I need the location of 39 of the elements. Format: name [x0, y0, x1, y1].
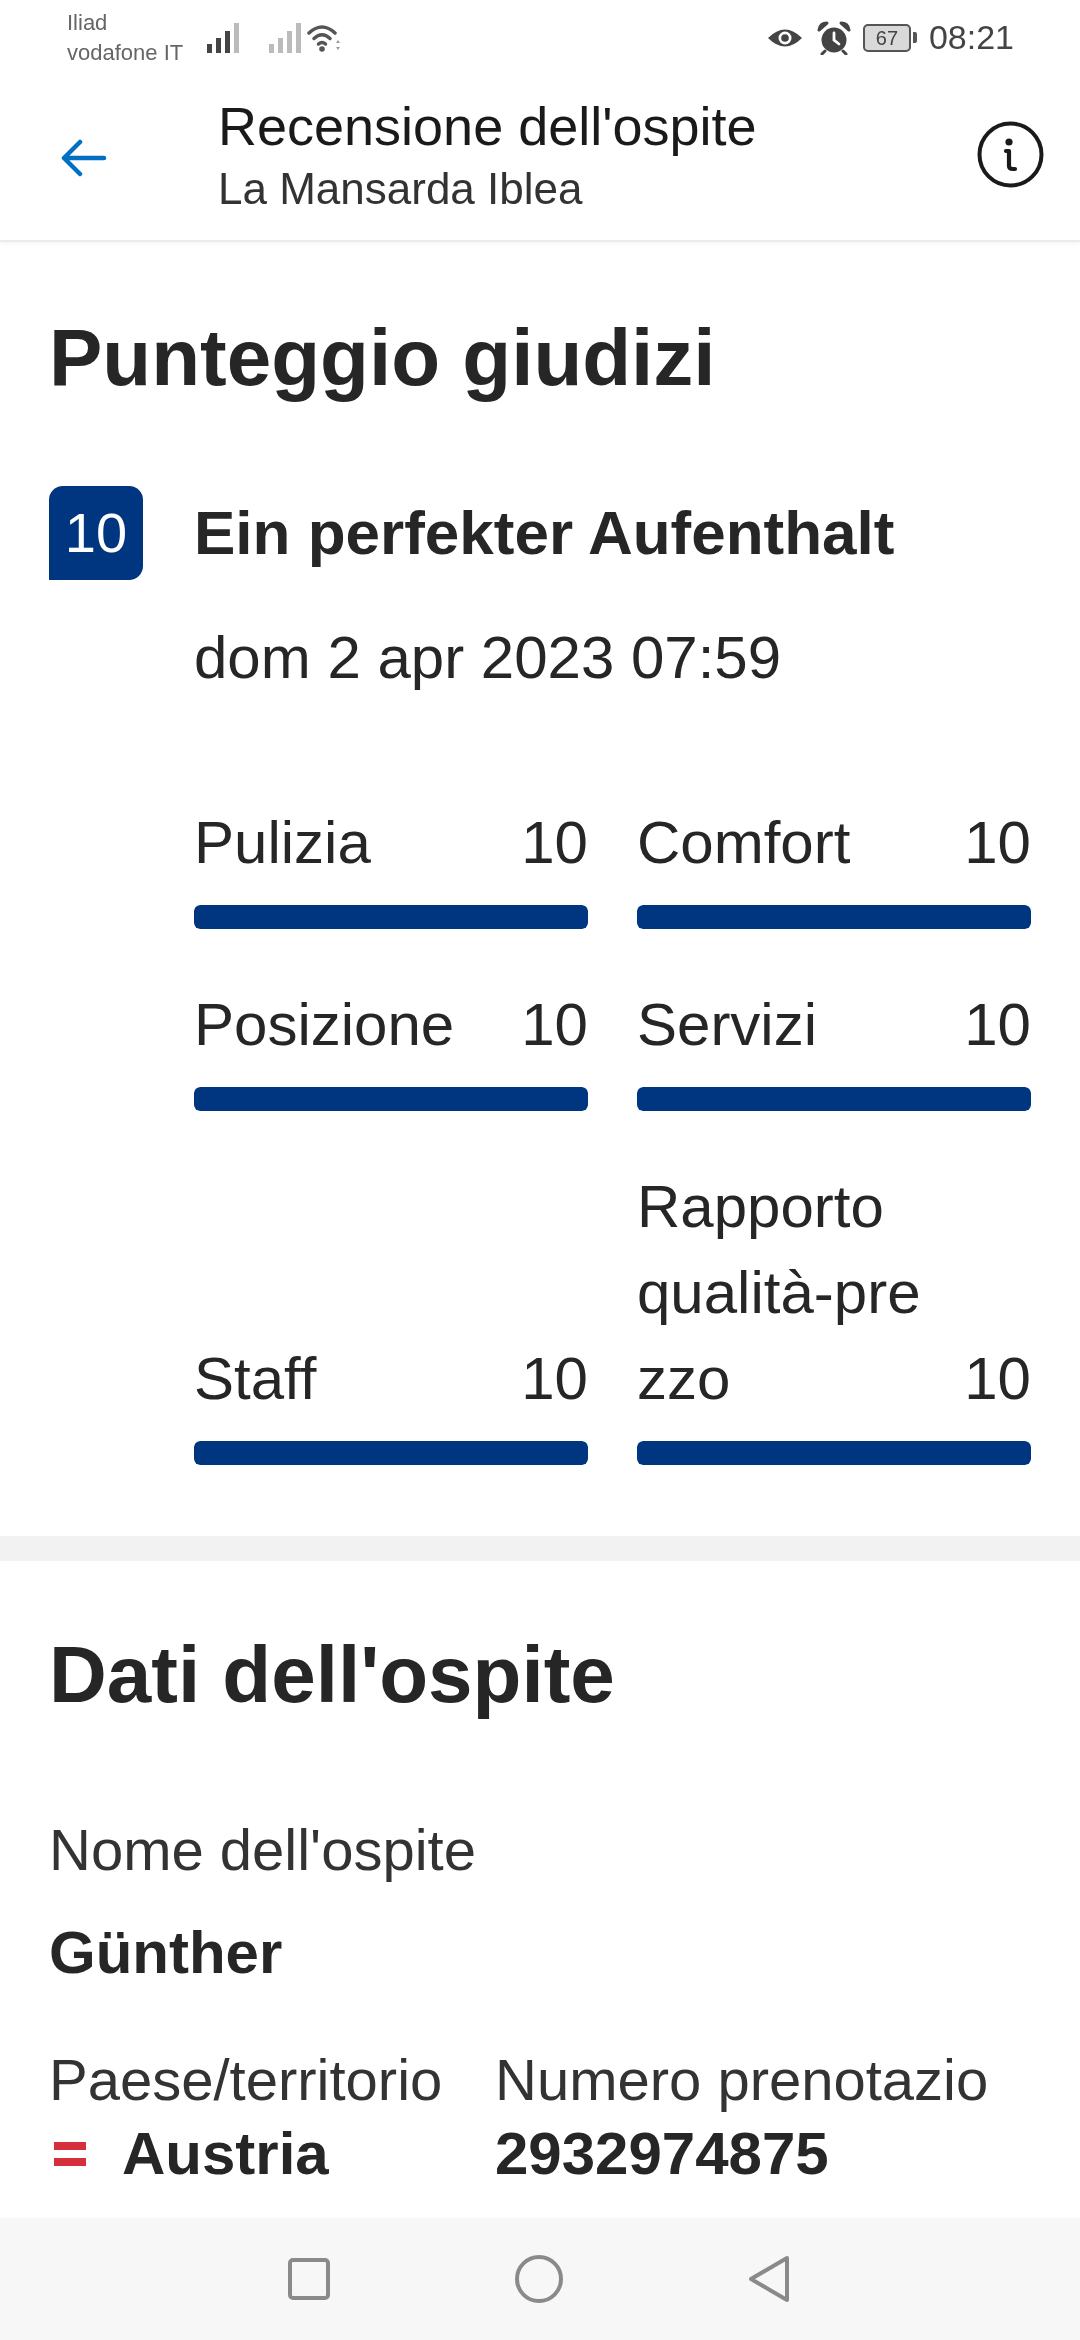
circle-icon[interactable]: [515, 2255, 563, 2303]
back-arrow-icon: [60, 138, 107, 177]
info-icon: [977, 121, 1044, 188]
field-label: Numero prenotazio: [495, 2047, 990, 2113]
rating-label: Staff: [194, 1344, 317, 1414]
square-icon[interactable]: [288, 2258, 330, 2300]
rating-label: Rapporto qualità-prezzo: [637, 1172, 922, 1414]
rating-score: 10: [521, 1344, 588, 1414]
status-time: 08:21: [928, 17, 1014, 58]
page-subtitle: La Mansarda Iblea: [218, 162, 584, 215]
signal-icon: [207, 22, 241, 53]
rating-score: 10: [521, 990, 588, 1060]
field-value: 2932974875: [495, 2121, 829, 2187]
carrier-name: Iliad: [67, 8, 109, 37]
rating-score: 10: [964, 808, 1031, 878]
rating-score: 10: [521, 808, 588, 878]
field-value: Günther: [49, 1918, 284, 1988]
rating-score: 10: [964, 1344, 1031, 1414]
triangle-icon[interactable]: [748, 2255, 790, 2303]
alarm-clock-icon: [816, 20, 851, 55]
field-value: Austria: [122, 2121, 329, 2187]
review-title: Ein perfekter Aufenthalt: [194, 497, 896, 569]
review-date: dom 2 apr 2023 07:59: [194, 623, 783, 693]
field-label: Nome dell'ospite: [49, 1817, 477, 1883]
signal-icon: [269, 22, 303, 53]
rating-label: Posizione: [194, 990, 455, 1060]
rating-score: 10: [964, 990, 1031, 1060]
rating-label: Pulizia: [194, 808, 371, 878]
flag-icon: [54, 2142, 86, 2166]
section-heading: Dati dell'ospite: [49, 1630, 616, 1720]
section-heading: Punteggio giudizi: [49, 313, 717, 403]
rating-label: Servizi: [637, 990, 818, 1060]
page-title: Recensione dell'ospite: [218, 94, 757, 157]
wifi-icon: [307, 22, 342, 53]
carrier-name: vodafone IT: [67, 38, 184, 67]
score-badge: 10: [49, 486, 143, 580]
rating-label: Comfort: [637, 808, 851, 878]
field-label: Paese/territorio: [49, 2047, 444, 2113]
battery-indicator: 67: [862, 23, 917, 52]
